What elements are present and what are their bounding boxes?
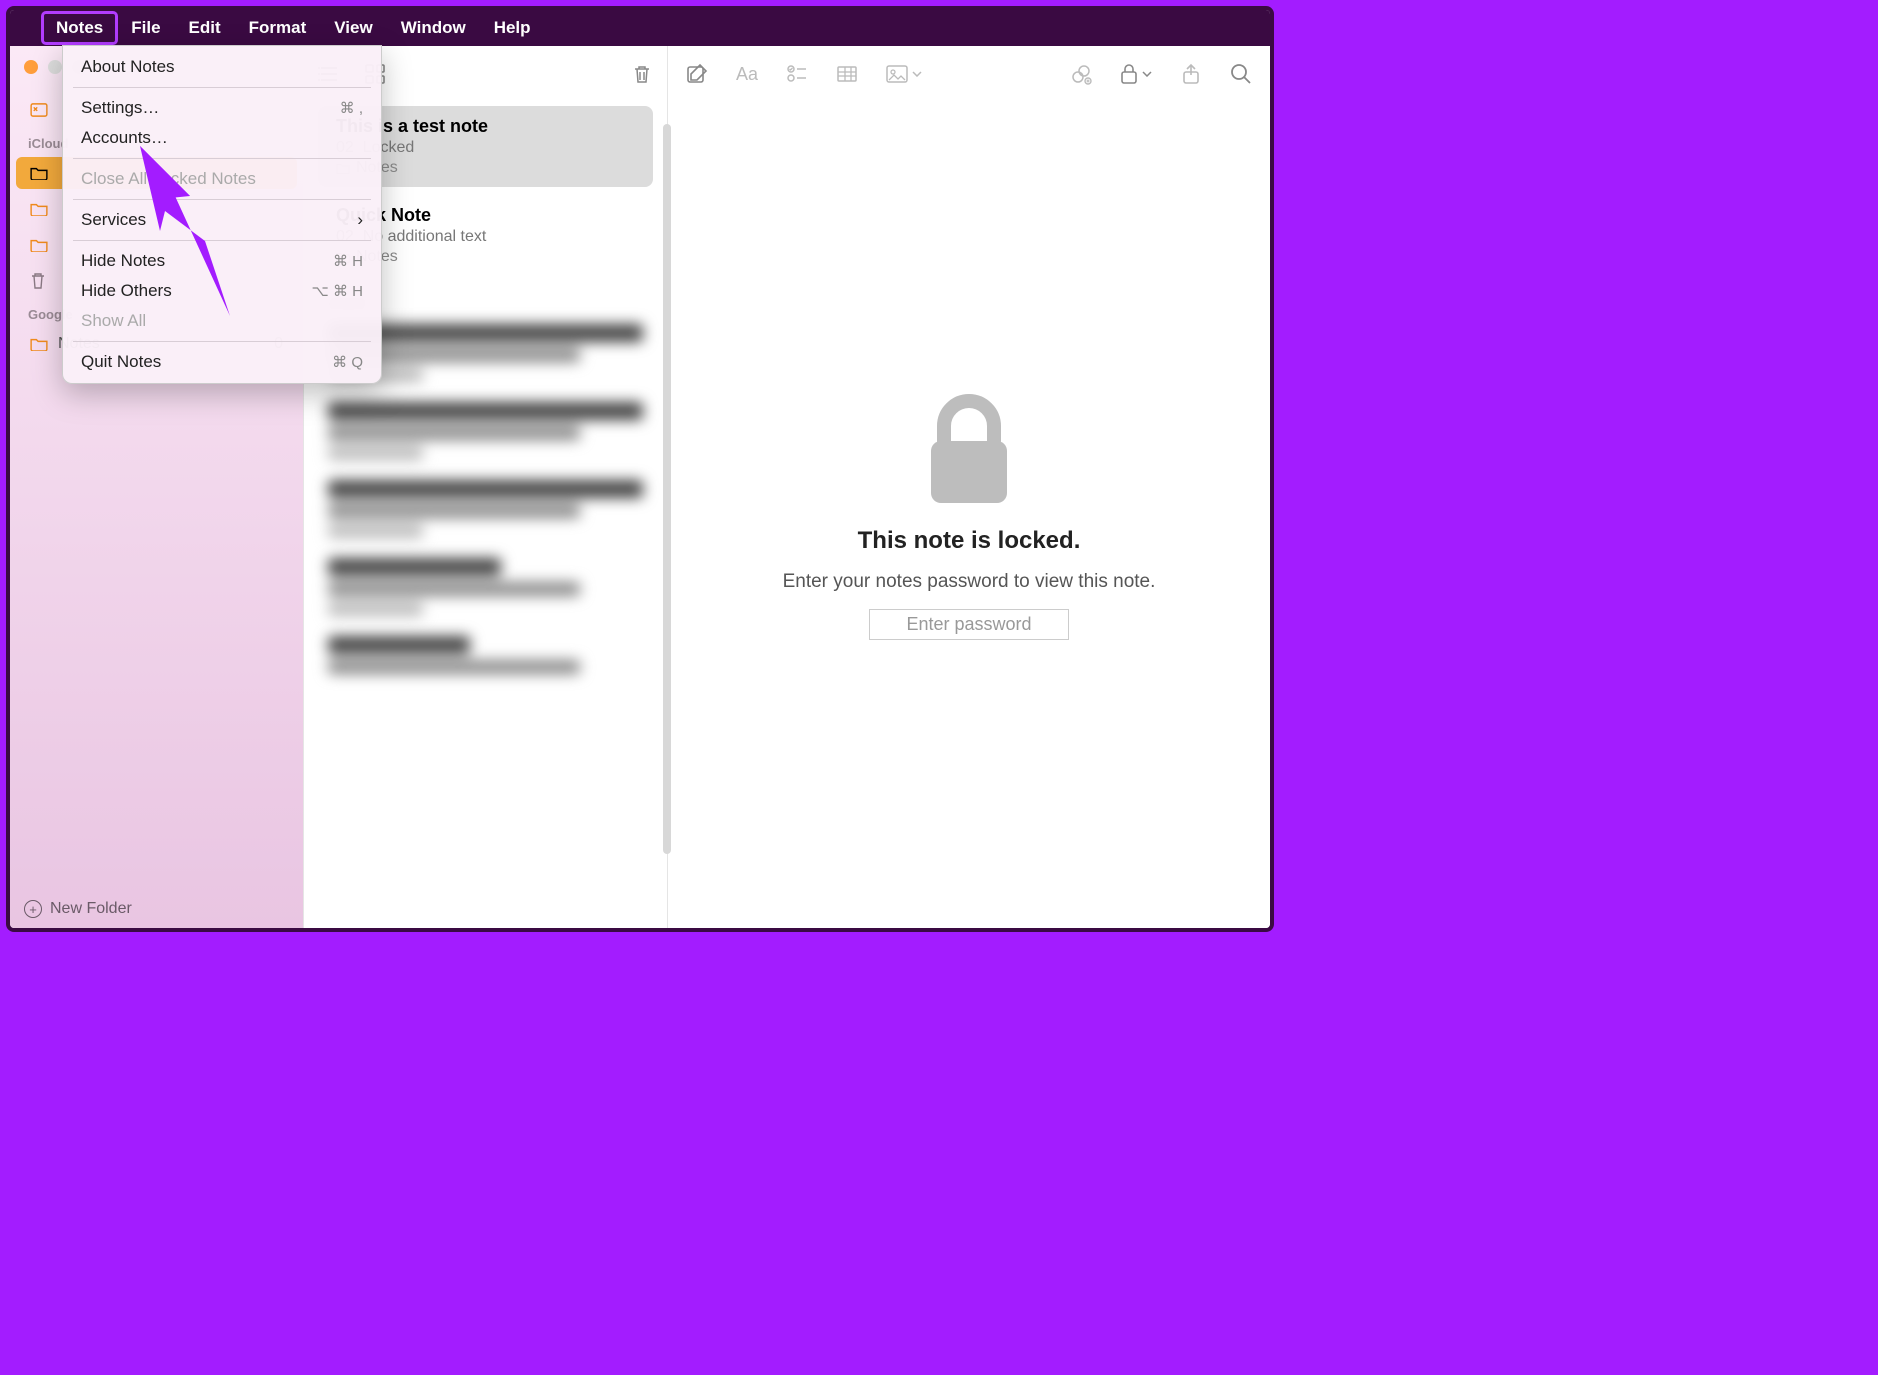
blurred-note bbox=[304, 470, 667, 548]
menubar: Notes File Edit Format View Window Help bbox=[10, 10, 1270, 46]
checklist-icon[interactable] bbox=[786, 63, 808, 85]
lock-icon[interactable] bbox=[1120, 63, 1152, 85]
window-close-button[interactable] bbox=[24, 60, 38, 74]
menu-hide-others[interactable]: Hide Others⌥ ⌘ H bbox=[63, 276, 381, 306]
folder-icon bbox=[30, 337, 48, 351]
share-icon[interactable] bbox=[1180, 63, 1202, 85]
enter-password-button[interactable]: Enter password bbox=[869, 609, 1068, 640]
locked-note-panel: This note is locked. Enter your notes pa… bbox=[668, 102, 1270, 928]
table-icon[interactable] bbox=[836, 63, 858, 85]
menu-settings[interactable]: Settings…⌘ , bbox=[63, 93, 381, 123]
folder-icon bbox=[30, 166, 48, 180]
menu-show-all: Show All bbox=[63, 306, 381, 336]
menu-hide-notes[interactable]: Hide Notes⌘ H bbox=[63, 246, 381, 276]
menu-help[interactable]: Help bbox=[480, 12, 545, 44]
window-minimize-button[interactable] bbox=[48, 60, 62, 74]
format-icon[interactable]: Aa bbox=[736, 64, 758, 85]
menu-window[interactable]: Window bbox=[387, 12, 480, 44]
app-window: iCloud Google Notes 0 + bbox=[10, 46, 1270, 928]
blurred-note bbox=[304, 392, 667, 470]
note-content: Aa bbox=[668, 46, 1270, 928]
scrollbar[interactable] bbox=[663, 124, 671, 854]
lock-large-icon bbox=[919, 391, 1019, 511]
shortcut: ⌥ ⌘ H bbox=[312, 282, 363, 300]
search-icon[interactable] bbox=[1230, 63, 1252, 85]
delete-icon[interactable] bbox=[631, 63, 653, 85]
blurred-note bbox=[304, 548, 667, 626]
menu-file[interactable]: File bbox=[117, 12, 174, 44]
menu-notes[interactable]: Notes bbox=[42, 12, 117, 44]
chevron-right-icon: › bbox=[357, 210, 363, 230]
chevron-down-icon bbox=[1142, 71, 1152, 77]
shortcut: ⌘ H bbox=[333, 252, 363, 270]
menu-close-locked: Close All Locked Notes bbox=[63, 164, 381, 194]
new-folder-label: New Folder bbox=[50, 900, 132, 918]
trash-icon bbox=[30, 272, 46, 290]
menu-view[interactable]: View bbox=[320, 12, 386, 44]
menu-services[interactable]: Services› bbox=[63, 205, 381, 235]
plus-icon: + bbox=[24, 900, 42, 918]
menu-format[interactable]: Format bbox=[235, 12, 321, 44]
blurred-note bbox=[304, 626, 667, 690]
menu-accounts[interactable]: Accounts… bbox=[63, 123, 381, 153]
menu-quit-notes[interactable]: Quit Notes⌘ Q bbox=[63, 347, 381, 377]
menu-edit[interactable]: Edit bbox=[175, 12, 235, 44]
locked-title: This note is locked. bbox=[858, 527, 1081, 555]
folder-icon bbox=[30, 238, 48, 252]
menu-about-notes[interactable]: About Notes bbox=[63, 52, 381, 82]
chevron-down-icon bbox=[912, 71, 922, 77]
shortcut: ⌘ Q bbox=[332, 353, 363, 371]
quick-notes-icon bbox=[30, 103, 48, 117]
new-note-icon[interactable] bbox=[686, 63, 708, 85]
editor-toolbar: Aa bbox=[668, 46, 1270, 102]
locked-subtitle: Enter your notes password to view this n… bbox=[783, 571, 1156, 593]
media-icon[interactable] bbox=[886, 65, 922, 83]
new-folder-button[interactable]: + New Folder bbox=[10, 890, 303, 928]
folder-icon bbox=[30, 202, 48, 216]
link-icon[interactable] bbox=[1070, 63, 1092, 85]
shortcut: ⌘ , bbox=[340, 99, 363, 117]
notes-menu-dropdown: About Notes Settings…⌘ , Accounts… Close… bbox=[62, 45, 382, 384]
